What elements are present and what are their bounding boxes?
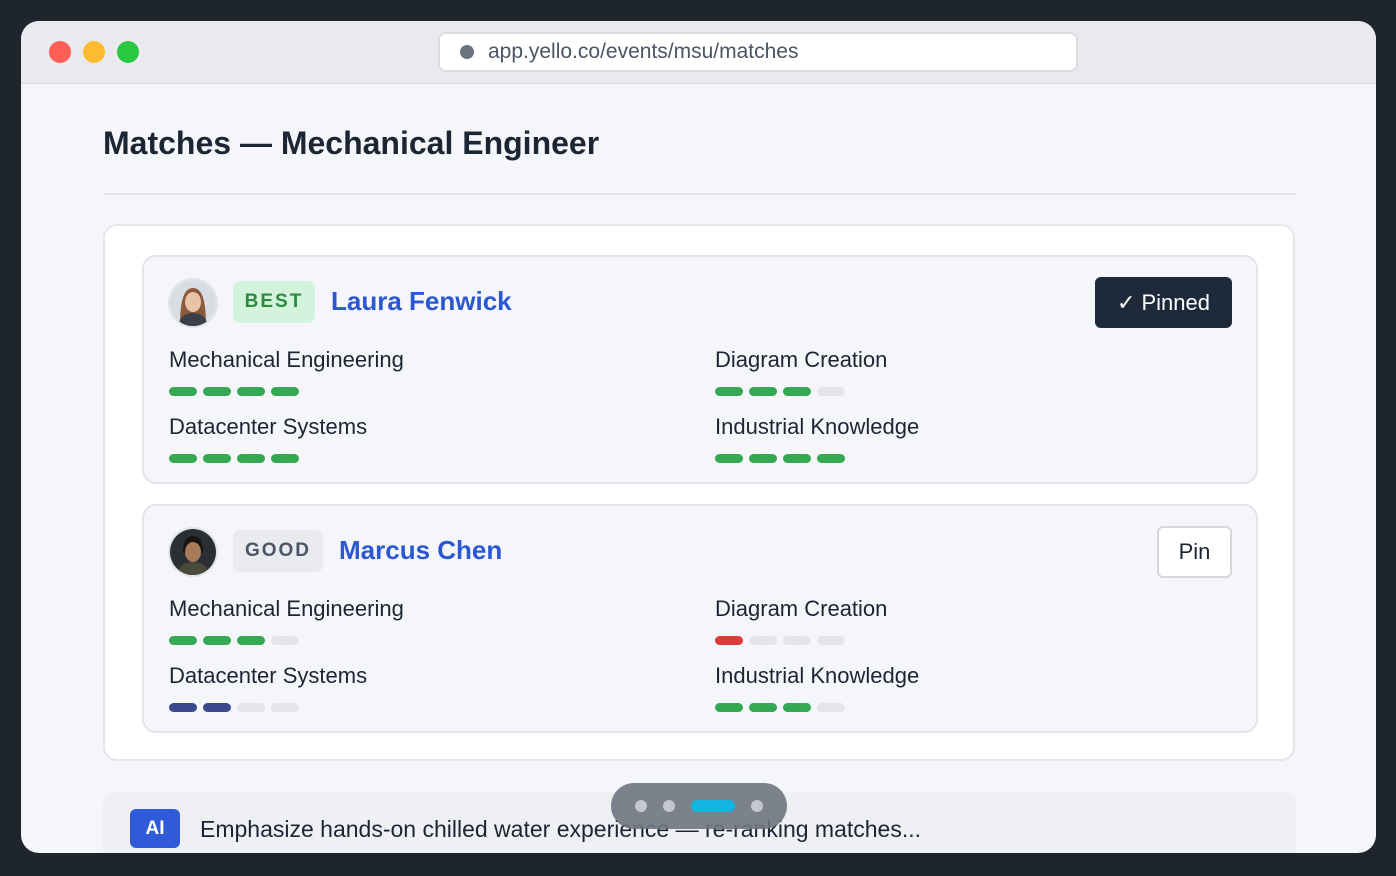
candidate-name-link[interactable]: Marcus Chen xyxy=(339,535,502,566)
skill-meter-segment xyxy=(715,703,743,712)
skill-meter-segment xyxy=(749,703,777,712)
skill-item: Industrial Knowledge xyxy=(715,663,1115,712)
pagination-dots xyxy=(611,783,787,829)
match-badge: GOOD xyxy=(233,530,323,572)
skill-meter xyxy=(715,636,1115,645)
skill-meter-segment xyxy=(271,703,299,712)
maximize-window-button[interactable] xyxy=(117,41,139,63)
skill-item: Diagram Creation xyxy=(715,596,1115,645)
skill-meter xyxy=(715,387,1115,396)
skill-label: Mechanical Engineering xyxy=(169,347,404,372)
skill-meter-segment xyxy=(749,454,777,463)
skill-meter-segment xyxy=(237,387,265,396)
skill-label: Industrial Knowledge xyxy=(715,663,920,688)
title-divider xyxy=(103,193,1296,195)
pagination-dot[interactable] xyxy=(751,800,763,812)
browser-window: app.yello.co/events/msu/matches Matches … xyxy=(21,21,1376,853)
candidate-card: GOOD Marcus Chen Pin Mechanical Engineer… xyxy=(142,504,1258,733)
skill-meter-segment xyxy=(715,387,743,396)
ai-badge: AI xyxy=(130,809,180,848)
skill-meter xyxy=(169,703,569,712)
skill-meter xyxy=(169,387,569,396)
pagination-dot[interactable] xyxy=(663,800,675,812)
skill-meter-segment xyxy=(749,387,777,396)
page-title: Matches — Mechanical Engineer xyxy=(103,125,600,161)
pinned-button-label: Pinned xyxy=(1141,289,1210,315)
skill-label: Diagram Creation xyxy=(715,596,888,621)
skill-meter-segment xyxy=(817,454,845,463)
site-info-icon xyxy=(460,45,474,59)
skill-meter-segment xyxy=(203,387,231,396)
skill-meter-segment xyxy=(203,454,231,463)
skill-meter-segment xyxy=(203,636,231,645)
skill-meter-segment xyxy=(169,703,197,712)
pagination-dot[interactable] xyxy=(691,800,735,812)
skill-meter-segment xyxy=(237,454,265,463)
url-text: app.yello.co/events/msu/matches xyxy=(488,40,799,63)
candidate-card: BEST Laura Fenwick ✓ Pinned Mechanical E… xyxy=(142,255,1258,484)
skill-label: Diagram Creation xyxy=(715,347,888,372)
skill-meter-segment xyxy=(783,636,811,645)
skill-label: Mechanical Engineering xyxy=(169,596,404,621)
candidate-name-link[interactable]: Laura Fenwick xyxy=(331,286,512,317)
skill-label: Industrial Knowledge xyxy=(715,414,920,439)
skill-meter-segment xyxy=(715,454,743,463)
skill-item: Diagram Creation xyxy=(715,347,1115,396)
skill-meter xyxy=(715,454,1115,463)
skill-meter-segment xyxy=(169,454,197,463)
close-window-button[interactable] xyxy=(49,41,71,63)
skill-meter-segment xyxy=(271,636,299,645)
skill-meter-segment xyxy=(169,636,197,645)
matches-panel: BEST Laura Fenwick ✓ Pinned Mechanical E… xyxy=(103,224,1295,761)
skill-meter-segment xyxy=(817,636,845,645)
skill-meter xyxy=(169,454,569,463)
pagination-dot[interactable] xyxy=(635,800,647,812)
skill-item: Datacenter Systems xyxy=(169,663,569,712)
skill-meter-segment xyxy=(271,387,299,396)
skill-meter-segment xyxy=(271,454,299,463)
skill-label: Datacenter Systems xyxy=(169,414,368,439)
ai-status-text: Emphasize hands-on chilled water experie… xyxy=(200,816,922,842)
skill-item: Mechanical Engineering xyxy=(169,347,569,396)
skill-meter-segment xyxy=(237,636,265,645)
skill-item: Datacenter Systems xyxy=(169,414,569,463)
skill-meter-segment xyxy=(715,636,743,645)
skill-meter-segment xyxy=(817,703,845,712)
match-badge: BEST xyxy=(233,281,315,323)
skill-meter-segment xyxy=(783,703,811,712)
pinned-button[interactable]: ✓ Pinned xyxy=(1095,277,1232,328)
skill-meter-segment xyxy=(817,387,845,396)
pin-button[interactable]: Pin xyxy=(1157,526,1232,578)
skill-meter xyxy=(715,703,1115,712)
skill-meter-segment xyxy=(783,387,811,396)
skill-meter-segment xyxy=(237,703,265,712)
skill-item: Industrial Knowledge xyxy=(715,414,1115,463)
skill-label: Datacenter Systems xyxy=(169,663,368,688)
skill-meter-segment xyxy=(749,636,777,645)
address-bar[interactable]: app.yello.co/events/msu/matches xyxy=(438,32,1078,72)
skill-meter xyxy=(169,636,569,645)
skill-meter-segment xyxy=(203,703,231,712)
check-icon: ✓ xyxy=(1117,289,1136,315)
minimize-window-button[interactable] xyxy=(83,41,105,63)
avatar xyxy=(168,278,218,328)
skill-item: Mechanical Engineering xyxy=(169,596,569,645)
browser-titlebar: app.yello.co/events/msu/matches xyxy=(21,21,1376,84)
avatar xyxy=(168,527,218,577)
skill-meter-segment xyxy=(783,454,811,463)
skill-meter-segment xyxy=(169,387,197,396)
